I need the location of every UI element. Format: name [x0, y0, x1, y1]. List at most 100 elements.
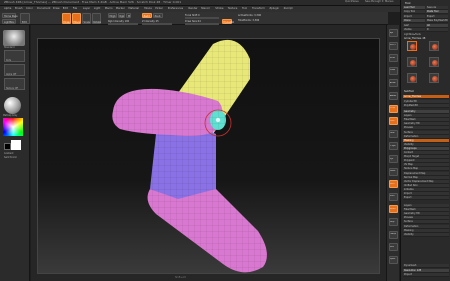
import-button[interactable]: Import [403, 14, 425, 19]
move-button[interactable]: Move [72, 13, 81, 24]
see-through-slider[interactable]: See-through 0 [365, 0, 383, 3]
menu-texture[interactable]: Texture [228, 7, 238, 10]
brush-thumbnail[interactable] [3, 30, 25, 46]
menu-draw[interactable]: Draw [53, 7, 60, 10]
bpr-button[interactable]: Bpr [389, 29, 398, 37]
menu-brush[interactable]: Brush [15, 7, 23, 10]
lightbox-tools-label[interactable]: Lightbox▸Tools [404, 33, 421, 36]
rotate-button[interactable]: Rotate [389, 205, 398, 214]
clone-button[interactable]: Clone [403, 19, 425, 24]
tool-section-export[interactable]: Export [403, 196, 449, 201]
3d-model-viewport[interactable] [38, 39, 381, 275]
frame-button[interactable]: Frame [389, 167, 398, 176]
scale-button[interactable]: Scale [82, 13, 91, 24]
make-polymesh3d-button[interactable]: Make PolyMesh3D [426, 19, 448, 24]
persp-button[interactable]: Persp [389, 104, 398, 113]
menu-picker[interactable]: Picker [155, 7, 163, 10]
move-button[interactable]: Move [389, 180, 398, 189]
menu-light[interactable]: Light [94, 7, 100, 10]
tool-footer-resolution-128[interactable]: Resolution 128 [403, 268, 449, 273]
pink-lower-part[interactable] [147, 189, 267, 273]
draw-button[interactable]: Draw [62, 13, 71, 24]
subtool-item-polymesh3d[interactable]: PolyMesh3D [403, 104, 449, 108]
menu-stencil[interactable]: Stencil [201, 7, 210, 10]
menu-transform[interactable]: Transform [252, 7, 265, 10]
load-tool-button[interactable]: Load Tool [403, 6, 425, 10]
spix-3-button[interactable]: SPix 3 [389, 41, 398, 50]
focal-shift-slider[interactable] [185, 16, 219, 19]
transp-button[interactable]: Transp [389, 230, 398, 239]
xpose-button[interactable]: Xpose [389, 255, 398, 264]
local-button[interactable]: Local [389, 129, 398, 138]
menu-marker[interactable]: Marker [116, 7, 125, 10]
xyz-button[interactable]: Xyz [389, 155, 398, 163]
tool-footer-dynamesh[interactable]: Dynamesh [403, 264, 449, 268]
stroke-thumbnail[interactable]: Dots [4, 50, 25, 62]
menu-file[interactable]: File [73, 7, 77, 10]
tool-subsection-visibility[interactable]: Visibility [403, 232, 449, 237]
save-as-button[interactable]: Save As [426, 6, 448, 10]
menu-document[interactable]: Document [37, 7, 50, 10]
scroll-button[interactable]: Scroll [389, 54, 398, 63]
menu-edit[interactable]: Edit [63, 7, 68, 10]
menu-tool[interactable]: Tool [242, 7, 247, 10]
edit-button[interactable]: Edit [20, 13, 30, 24]
secondary-color-swatch[interactable] [4, 143, 11, 150]
visible-button[interactable]: Visible [403, 28, 425, 32]
paste-tool-button[interactable]: Paste Tool [426, 10, 448, 15]
menu-stroke[interactable]: Stroke [215, 7, 223, 10]
menus-button[interactable]: Menus [385, 0, 393, 3]
tool-thumb-2[interactable] [429, 41, 439, 51]
mrgb-button[interactable]: Mrgb [108, 13, 117, 18]
material-thumbnail[interactable] [4, 97, 21, 114]
m-button[interactable]: M [126, 13, 131, 18]
menu-layer[interactable]: Layer [83, 7, 90, 10]
menu-macro[interactable]: Macro [105, 7, 113, 10]
polyf-button[interactable]: PolyF [389, 218, 398, 226]
subtool-header[interactable]: SubTool [404, 90, 414, 93]
r-button[interactable]: R [426, 28, 448, 32]
tool-thumb-1[interactable] [407, 41, 417, 51]
document-canvas[interactable] [37, 38, 380, 274]
aahalf-button[interactable]: AAHalf [389, 92, 398, 100]
tool-thumb-4[interactable] [429, 57, 439, 67]
tool-footer-project[interactable]: Project [403, 273, 449, 278]
scale-button[interactable]: Scale [389, 192, 398, 201]
cyan-cap-part[interactable] [210, 110, 226, 130]
home-page-button[interactable]: Home Page [2, 13, 18, 18]
goz-button[interactable]: GoZ [403, 23, 425, 28]
lightbox-button[interactable]: LightBox [2, 19, 16, 24]
rotate-button[interactable]: Rotate [92, 13, 101, 24]
menu-movie[interactable]: Movie [144, 7, 152, 10]
actual-button[interactable]: Actual [389, 79, 398, 88]
tool-thumb-5[interactable] [407, 73, 417, 83]
zsub-button[interactable]: Zsub [153, 13, 163, 18]
export-button[interactable]: Export [426, 14, 448, 19]
menu-zscript[interactable]: Zscript [284, 7, 293, 10]
menu-render[interactable]: Render [188, 7, 197, 10]
copy-tool-button[interactable]: Copy Tool [403, 10, 425, 15]
menu-preferences[interactable]: Preferences [168, 7, 183, 10]
alpha-thumbnail[interactable]: Alpha Off [4, 64, 25, 76]
subtool-item-cylinder3d[interactable]: Cylinder3D [403, 99, 449, 104]
subtool-item-arrow-thomas[interactable]: Arrow_Thomas [403, 95, 449, 99]
rgb-button[interactable]: Rgb [118, 13, 125, 18]
l-sym-button[interactable]: L.Sym [389, 142, 398, 151]
solo-button[interactable]: Solo [389, 243, 398, 252]
tool-thumb-6[interactable] [429, 73, 439, 83]
menu-zplugin[interactable]: Zplugin [269, 7, 279, 10]
primary-color-swatch[interactable] [11, 140, 21, 150]
all-button[interactable]: All [426, 23, 448, 28]
menu-material[interactable]: Material [128, 7, 139, 10]
tool-thumb-3[interactable] [407, 57, 417, 67]
quick-save-button[interactable]: QuickSave [345, 0, 359, 3]
zoom-button[interactable]: Zoom [389, 66, 398, 75]
texture-thumbnail[interactable]: Texture Off [4, 78, 25, 90]
dynamic-button[interactable]: Dynamic [222, 19, 234, 24]
blue-subtool-part[interactable] [150, 126, 216, 201]
floor-button[interactable]: Floor [389, 117, 398, 126]
color-picker[interactable] [3, 118, 23, 136]
zadd-button[interactable]: Zadd [142, 13, 152, 18]
menu-color[interactable]: Color [26, 7, 33, 10]
menu-alpha[interactable]: Alpha [4, 7, 11, 10]
